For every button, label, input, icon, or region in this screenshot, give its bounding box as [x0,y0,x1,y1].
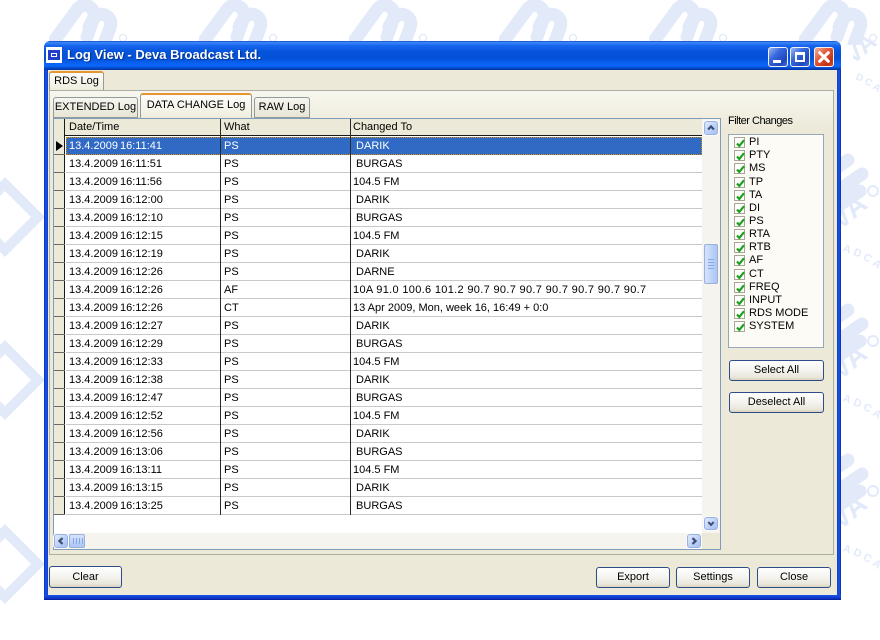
svg-text:VA: VA [853,37,880,70]
